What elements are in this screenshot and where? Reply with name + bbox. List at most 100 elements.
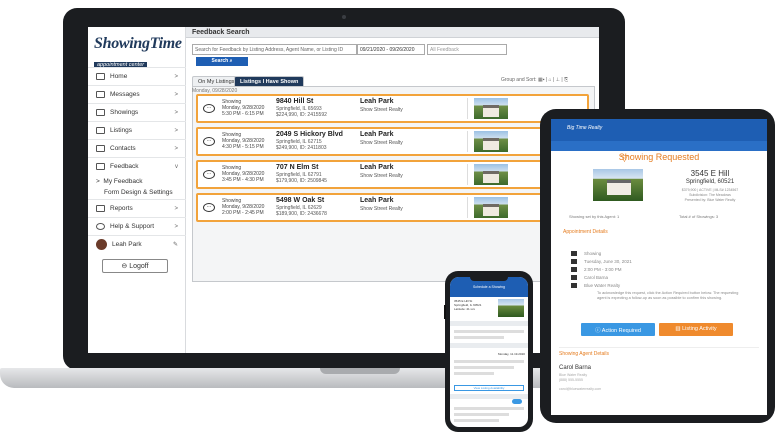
toggle-switch[interactable] <box>512 399 522 404</box>
card-address[interactable]: 9840 Hill St <box>276 98 313 105</box>
card-price: $249,900, ID: 2411803 <box>276 144 327 151</box>
card-listing-info: Springfield, IL 62715 $249,900, ID: 24118… <box>276 139 327 151</box>
card-time: 4:30 PM - 5:15 PM <box>222 144 264 150</box>
group-sort-label: Group and Sort: <box>501 77 537 83</box>
user-name: Leah Park <box>112 241 142 248</box>
divider <box>467 98 468 119</box>
card-showing-info: Showing Monday, 9/28/2020 4:30 PM - 5:15 P… <box>222 132 264 150</box>
phone-button <box>444 305 446 319</box>
comment-icon: ··· <box>203 203 215 212</box>
listing-meta: $379,900 | ACTIVE | MLS# 1234567 Subdivis… <box>655 188 765 203</box>
card-office: Show Street Realty <box>360 140 403 146</box>
group-sort-controls[interactable]: Group and Sort: ▦▪ | ⌂ | ⊥ | ⎘ <box>501 77 568 83</box>
detail-text: Carol Barna <box>584 275 609 280</box>
tab-listings-i-have-shown[interactable]: Listings I Have Shown <box>234 76 305 86</box>
sidebar-item-listings[interactable]: Listings > <box>88 121 186 139</box>
sidebar-item-showings[interactable]: Showings > <box>88 103 186 121</box>
card-agent: Leah Park <box>360 197 394 204</box>
sidebar-item-home[interactable]: Home > <box>88 67 186 85</box>
total-showings: Total # of Showings: 3 <box>679 214 719 219</box>
card-time: 3:45 PM - 4:30 PM <box>222 177 264 183</box>
section-bar <box>450 321 528 326</box>
showing-icon <box>571 251 577 257</box>
search-button-label: Search <box>211 58 229 64</box>
action-required-button[interactable]: ⓘ Action Required <box>581 323 655 336</box>
card-listing-info: Springfield, IL 65693 $224,990, ID: 24155… <box>276 106 327 118</box>
feedback-card[interactable]: ··· Showing Monday, 9/28/2020 4:30 PM - 5:… <box>196 127 589 156</box>
sidebar: ShowingTime appointment center Home > Mes… <box>88 27 186 353</box>
mail-icon <box>96 91 105 98</box>
listing-photo[interactable] <box>474 197 508 218</box>
logo-text: ShowingTime <box>94 35 182 52</box>
card-address[interactable]: 707 N Elm St <box>276 164 318 171</box>
listing-photo[interactable] <box>498 299 524 317</box>
agent-phone[interactable]: (888) 555-5555 <box>559 378 601 383</box>
avatar <box>96 239 107 250</box>
sidebar-subitem-form-design[interactable]: Form Design & Settings <box>104 189 173 196</box>
detail-row: 2:00 PM - 3:00 PM <box>571 267 761 273</box>
listing-presented-by: Presented by: Blue Water Realty <box>684 198 736 202</box>
listing-activity-label: Listing Activity <box>682 326 717 332</box>
sidebar-item-label: Help & Support <box>110 223 155 230</box>
listing-photo[interactable] <box>593 169 643 201</box>
detail-text: Blue Water Realty <box>584 283 621 288</box>
logoff-icon: ⊖ <box>121 263 130 270</box>
chevron-right-icon: > <box>174 223 178 230</box>
listing-photo[interactable] <box>474 131 508 152</box>
detail-row: Carol Barna <box>571 275 761 281</box>
sidebar-item-messages[interactable]: Messages > <box>88 85 186 103</box>
feedback-filter-select[interactable]: All Feedback <box>427 44 507 55</box>
feedback-card[interactable]: ··· Showing Monday, 9/28/2020 5:30 PM - 6:… <box>196 94 589 123</box>
card-price: $179,900, ID: 2509845 <box>276 177 327 184</box>
listing-city: Springfield, 60521 <box>685 179 735 185</box>
logo[interactable]: ShowingTime appointment center <box>94 35 182 68</box>
view-availability-button[interactable]: View Listing Availability <box>454 385 524 391</box>
sidebar-item-reports[interactable]: Reports > <box>88 199 186 217</box>
divider <box>467 197 468 218</box>
edit-icon: ✎ <box>172 242 178 248</box>
agent-email[interactable]: carol@bluewaterrealty.com <box>559 387 601 392</box>
action-required-label: Action Required <box>601 328 641 334</box>
sidebar-user[interactable]: Leah Park ✎ <box>88 235 186 253</box>
listing-activity-button[interactable]: ▥ Listing Activity <box>659 323 733 336</box>
phone-screen: Schedule a Showing 3545 E Hill St Spring… <box>450 277 528 427</box>
detail-row: Showing <box>571 251 761 257</box>
listing-photo[interactable] <box>474 164 508 185</box>
card-address[interactable]: 5498 W Oak St <box>276 197 324 204</box>
detail-text: 2:00 PM - 3:00 PM <box>584 267 622 272</box>
text-line <box>454 407 524 410</box>
search-input[interactable]: Search for Feedback by Listing Address, … <box>192 44 357 55</box>
chevron-down-icon: v <box>175 163 178 170</box>
sidebar-item-help[interactable]: Help & Support > <box>88 217 186 235</box>
sidebar-item-contacts[interactable]: Contacts > <box>88 139 186 157</box>
clock-icon <box>571 267 577 273</box>
sidebar-subitem-my-feedback[interactable]: > My Feedback <box>96 178 142 185</box>
card-list: ··· Showing Monday, 9/28/2020 5:30 PM - 6:… <box>192 86 595 282</box>
agent-contact: Blue Water Realty (888) 555-5555 carol@blu… <box>559 373 601 392</box>
listing-photo[interactable] <box>474 98 508 119</box>
feedback-card[interactable]: ··· Showing Monday, 9/28/2020 3:45 PM - 4:… <box>196 160 589 189</box>
section-bar <box>450 343 528 348</box>
card-time: 2:00 PM - 2:45 PM <box>222 210 264 216</box>
text-line <box>454 366 514 369</box>
search-button[interactable]: Search ⌕ <box>196 57 248 66</box>
card-listing-info: Springfield, IL 62791 $179,900, ID: 25098… <box>276 172 327 184</box>
feedback-card[interactable]: ··· Showing Monday, 9/28/2020 2:00 PM - 2:… <box>196 193 589 222</box>
logoff-button[interactable]: ⊖ Logoff <box>102 259 168 273</box>
help-icon <box>96 223 105 230</box>
card-office: Show Street Realty <box>360 173 403 179</box>
comment-icon: ··· <box>203 137 215 146</box>
text-line <box>454 413 509 416</box>
sidebar-subitem-label: Form Design & Settings <box>104 189 173 196</box>
date-range-field[interactable]: 09/21/2020 - 09/26/2020 <box>357 44 425 55</box>
sidebar-subitem-label: My Feedback <box>103 178 143 185</box>
phone-date-time[interactable]: Monday, 11.19.2020 <box>498 352 525 356</box>
card-time: 5:30 PM - 6:15 PM <box>222 111 264 117</box>
listing-address: 3545 E Hill <box>690 169 730 178</box>
sidebar-item-feedback[interactable]: Feedback v <box>88 157 186 175</box>
text-line <box>454 419 499 422</box>
phone-title: Schedule a Showing <box>473 285 505 289</box>
card-showing-info: Showing Monday, 9/28/2020 3:45 PM - 4:30 P… <box>222 165 264 183</box>
search-icon: ⌕ <box>229 58 233 64</box>
card-address[interactable]: 2049 S Hickory Blvd <box>276 131 343 138</box>
